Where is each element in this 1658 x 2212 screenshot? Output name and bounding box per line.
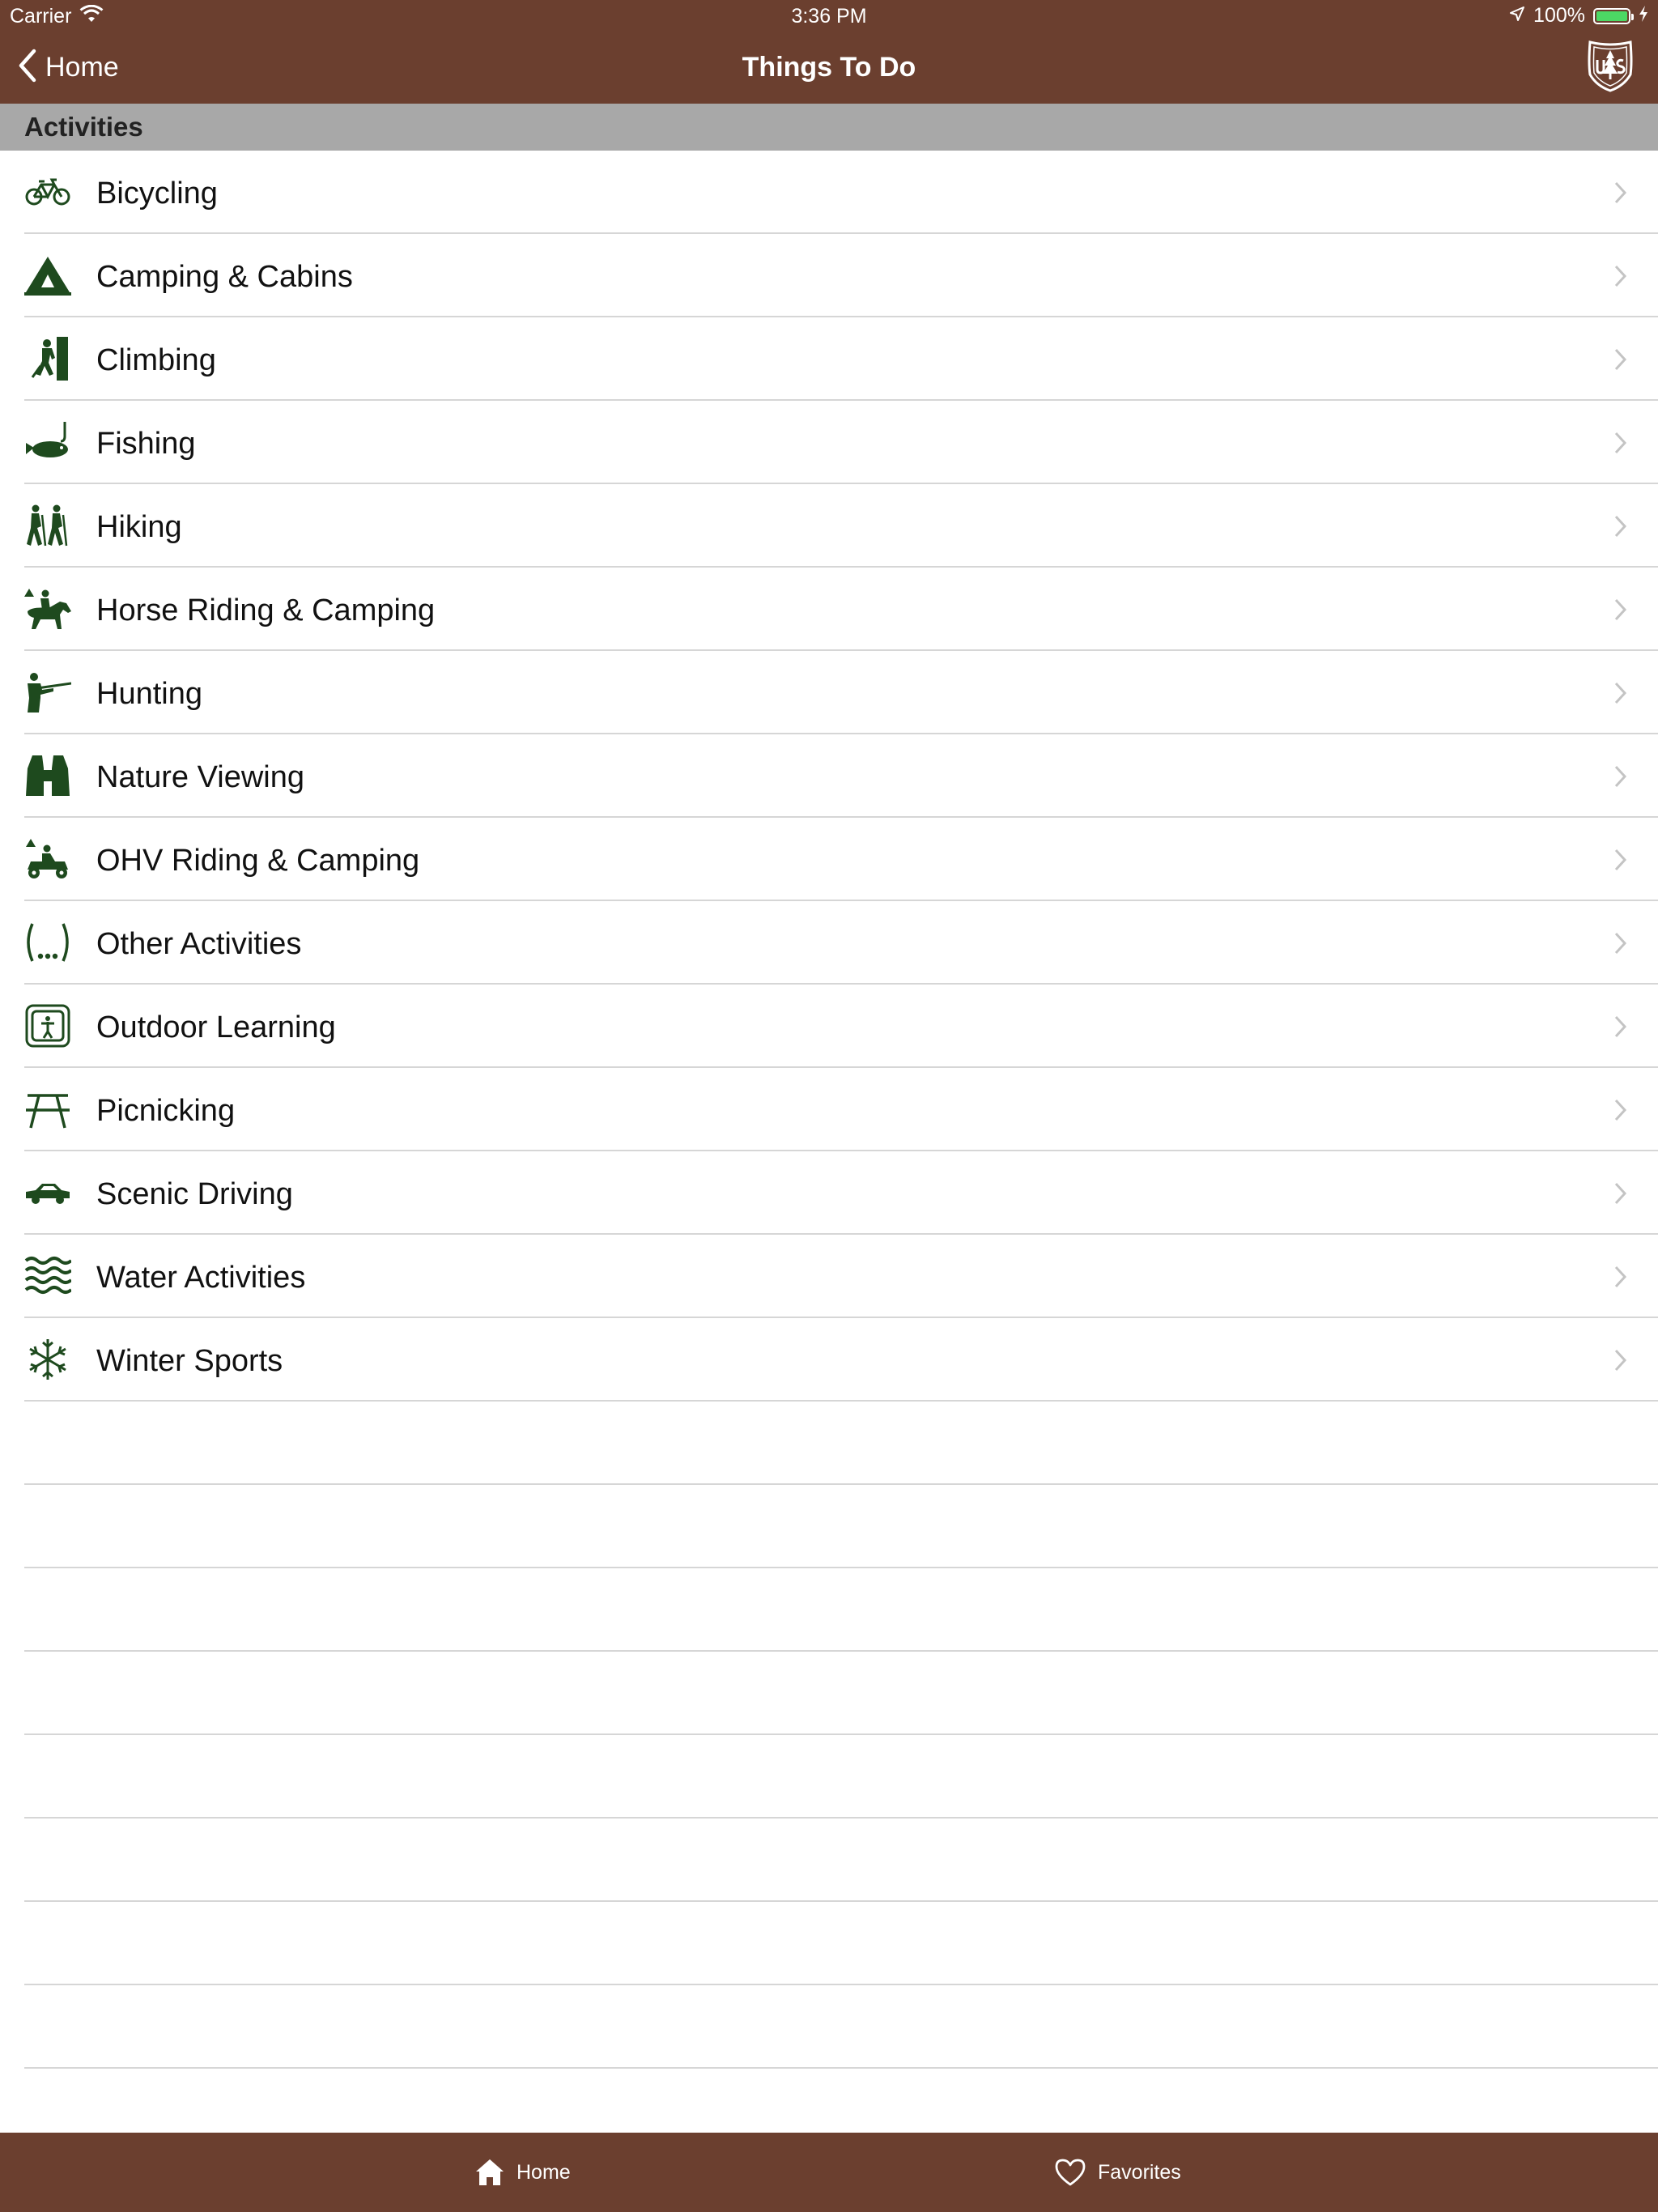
app-screen: Carrier 3:36 PM 100% Home Things To Do A… [0,0,1658,2212]
chevron-right-icon [1613,680,1629,706]
empty-row [0,1485,1658,1568]
atv-icon [24,837,71,881]
chevron-right-icon [1613,1180,1629,1206]
chevron-right-icon [1613,1264,1629,1290]
tab-home[interactable]: Home [474,2133,571,2212]
charging-bolt-icon [1639,4,1648,28]
chevron-right-icon [1613,1347,1629,1373]
hikers-icon [24,504,71,547]
list-item-label: Climbing [96,343,216,377]
snowflake-icon [24,1338,71,1381]
tab-bar: Home Favorites [0,2133,1658,2212]
battery-fill [1596,11,1627,21]
tab-favorites-label: Favorites [1098,2160,1181,2184]
list-item-horse-riding-camping[interactable]: Horse Riding & Camping [0,568,1658,651]
list-item-hunting[interactable]: Hunting [0,651,1658,734]
list-item-picnicking[interactable]: Picnicking [0,1068,1658,1151]
car-icon [24,1171,71,1214]
list-item-camping-cabins[interactable]: Camping & Cabins [0,234,1658,317]
location-arrow-icon [1509,4,1525,28]
heart-icon [1054,2158,1086,2187]
status-bar: Carrier 3:36 PM 100% [0,0,1658,32]
empty-row [0,1402,1658,1485]
chevron-right-icon [1613,180,1629,206]
chevron-right-icon [1613,597,1629,623]
list-item-outdoor-learning[interactable]: Outdoor Learning [0,985,1658,1068]
chevron-right-icon [1613,764,1629,789]
list-item-label: Picnicking [96,1094,236,1128]
list-item-winter-sports[interactable]: Winter Sports [0,1318,1658,1402]
battery-icon [1593,7,1634,24]
climbing-icon [24,337,71,381]
chevron-right-icon [1613,847,1629,873]
list-item-label: Hiking [96,510,182,544]
list-item-label: Fishing [96,427,196,461]
list-item-nature-viewing[interactable]: Nature Viewing [0,734,1658,818]
tent-icon [24,253,71,297]
empty-row [0,1568,1658,1652]
horse-rider-icon [24,587,71,631]
list-item-label: Camping & Cabins [96,260,353,294]
empty-row [0,1652,1658,1735]
list-item-label: Outdoor Learning [96,1010,336,1044]
empty-row [0,1735,1658,1819]
list-item-water-activities[interactable]: Water Activities [0,1235,1658,1318]
tab-favorites[interactable]: Favorites [1054,2133,1181,2212]
list-item-bicycling[interactable]: Bicycling [0,151,1658,234]
empty-rows [0,1402,1658,2069]
binoculars-icon [24,754,71,798]
section-header: Activities [0,104,1658,151]
waves-icon [24,1254,71,1298]
status-right: 100% [1509,4,1648,28]
hunter-icon [24,670,71,714]
list-item-label: Nature Viewing [96,760,305,794]
empty-row [0,1985,1658,2069]
interpretive-sign-icon [24,1004,71,1048]
empty-row [0,1902,1658,1985]
list-item-label: Hunting [96,677,202,711]
chevron-right-icon [1613,263,1629,289]
list-item-label: Other Activities [96,927,302,961]
battery-percent: 100% [1533,4,1585,27]
chevron-right-icon [1613,1014,1629,1040]
fish-icon [24,420,71,464]
list-item-climbing[interactable]: Climbing [0,317,1658,401]
list-item-fishing[interactable]: Fishing [0,401,1658,484]
house-icon [474,2158,505,2187]
activities-list: Bicycling Camping & Cabins Climbing Fish… [0,151,1658,1402]
navigation-bar: Home Things To Do [0,32,1658,104]
list-item-label: Scenic Driving [96,1177,293,1211]
chevron-right-icon [1613,930,1629,956]
list-item-label: Horse Riding & Camping [96,593,436,627]
chevron-right-icon [1613,513,1629,539]
list-item-label: Bicycling [96,177,218,211]
status-time: 3:36 PM [791,5,867,28]
chevron-right-icon [1613,430,1629,456]
list-item-label: OHV Riding & Camping [96,844,420,878]
list-item-label: Winter Sports [96,1344,283,1378]
page-title: Things To Do [742,52,916,83]
picnic-table-icon [24,1087,71,1131]
list-item-scenic-driving[interactable]: Scenic Driving [0,1151,1658,1235]
chevron-right-icon [1613,1097,1629,1123]
tab-home-label: Home [517,2160,571,2184]
list-item-other-activities[interactable]: Other Activities [0,901,1658,985]
forest-service-shield-icon [1584,39,1637,94]
list-item-ohv-riding-camping[interactable]: OHV Riding & Camping [0,818,1658,901]
bicycle-icon [24,170,71,214]
list-item-hiking[interactable]: Hiking [0,484,1658,568]
battery-cap [1631,13,1634,20]
section-title: Activities [24,112,143,142]
empty-row [0,1819,1658,1902]
chevron-right-icon [1613,347,1629,372]
list-item-label: Water Activities [96,1261,306,1295]
ellipsis-parentheses-icon [24,921,71,964]
